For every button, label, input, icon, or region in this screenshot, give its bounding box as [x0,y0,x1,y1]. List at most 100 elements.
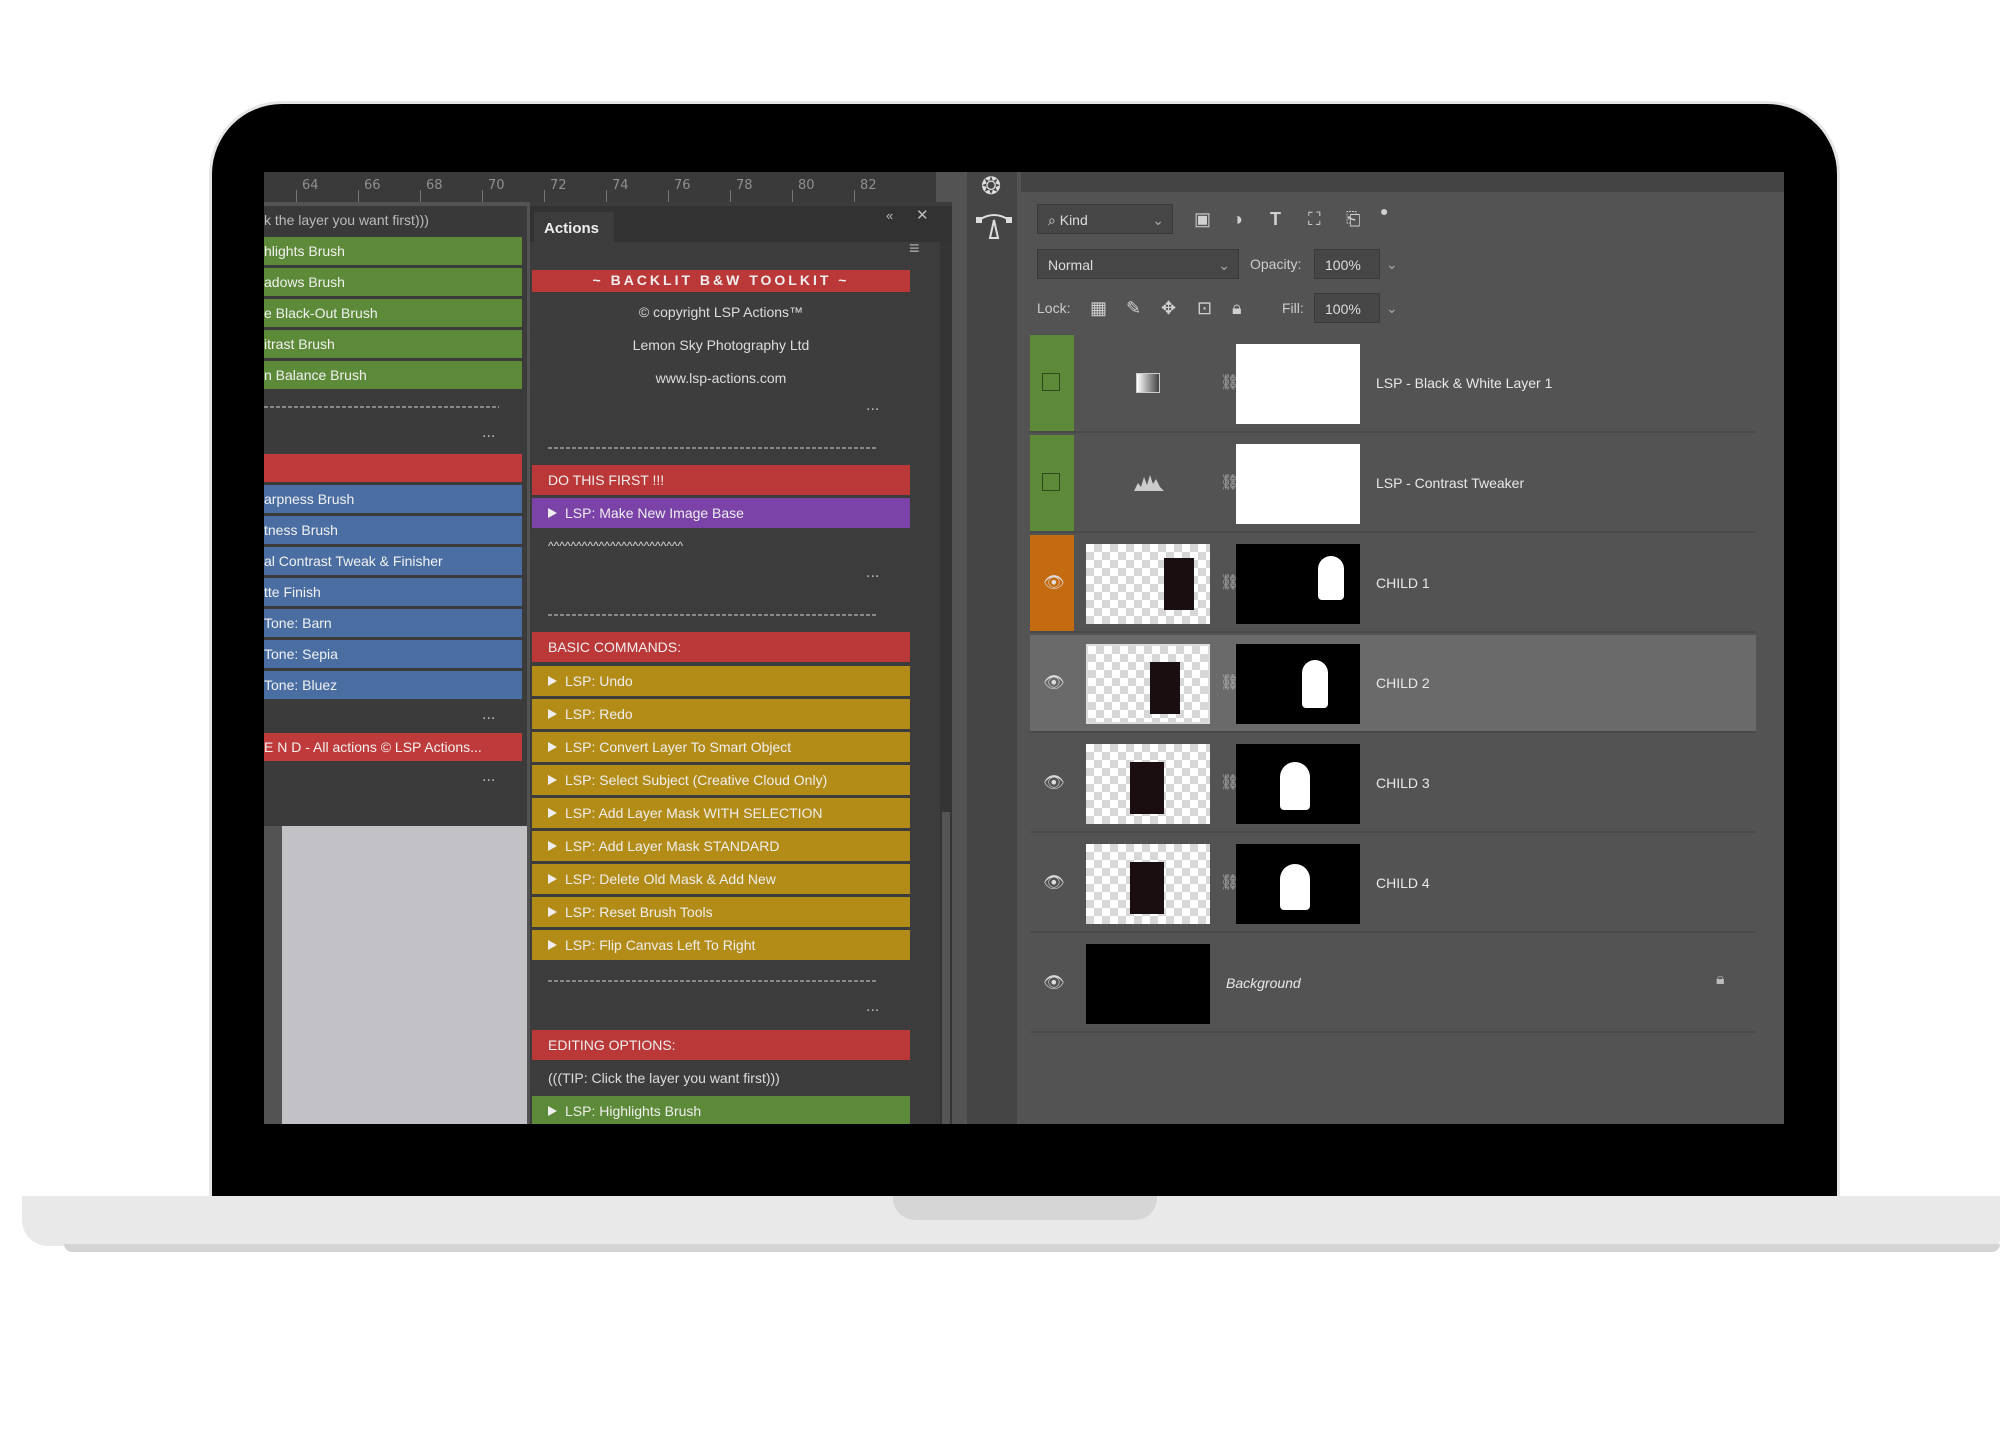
tab-actions[interactable]: Actions [534,212,614,246]
ruler-label: 74 [612,178,629,193]
filter-toggle-icon[interactable]: ● [1380,196,1388,226]
filter-adjustment-icon[interactable]: ◑ [1232,204,1243,234]
play-icon [548,709,557,719]
lock-all-icon[interactable]: 🔒︎ [1232,293,1242,323]
action-flip-canvas[interactable]: LSP: Flip Canvas Left To Right [532,930,910,960]
action-add-mask-standard[interactable]: LSP: Add Layer Mask STANDARD [532,831,910,861]
section-do-this-first[interactable]: DO THIS FIRST !!! [532,465,910,495]
lock-brush-icon[interactable]: ✎ [1126,293,1141,323]
filter-shape-icon[interactable]: ⛶ [1308,204,1321,234]
action-redo[interactable]: LSP: Redo [532,699,910,729]
layer-filter-kind[interactable]: ⌕ Kind ⌄ [1037,204,1173,234]
action-undo[interactable]: LSP: Undo [532,666,910,696]
actions-set-header[interactable]: ~ BACKLIT B&W TOOLKIT ~ [532,270,910,292]
visibility-toggle[interactable]: 👁︎ [1030,935,1074,1031]
layer-mask-thumbnail[interactable] [1236,544,1360,624]
left-action-item[interactable]: adows Brush [264,268,522,296]
layer-row[interactable]: ⛓ LSP - Black & White Layer 1 [1030,335,1756,433]
left-action-item[interactable]: Tone: Barn [264,609,522,637]
ruler-label: 82 [860,178,877,193]
copyright-line[interactable]: © copyright LSP Actions™ [532,297,910,327]
pen-path-icon[interactable] [976,212,1012,242]
left-action-item[interactable]: itrast Brush [264,330,522,358]
layer-thumbnail[interactable] [1086,644,1210,724]
section-editing-options[interactable]: EDITING OPTIONS: [532,1030,910,1060]
panel-menu-icon[interactable]: ≡ [909,238,920,259]
more-dots: ... [866,564,880,581]
layer-mask-thumbnail[interactable] [1236,444,1360,524]
layer-mask-thumbnail[interactable] [1236,644,1360,724]
left-action-item[interactable]: Tone: Bluez [264,671,522,699]
visibility-toggle[interactable]: 👁︎ [1030,835,1074,931]
layer-thumbnail[interactable] [1086,744,1210,824]
layer-mask-thumbnail[interactable] [1236,744,1360,824]
left-action-item[interactable]: hlights Brush [264,237,522,265]
action-convert-smart-object[interactable]: LSP: Convert Layer To Smart Object [532,732,910,762]
layer-row[interactable]: 👁︎ ⛓ CHILD 3 [1030,735,1756,833]
chevron-down-icon[interactable]: ⌄ [1386,249,1398,279]
left-action-item[interactable]: k the layer you want first))) [264,206,522,234]
left-action-item[interactable]: tness Brush [264,516,522,544]
layer-thumbnail[interactable] [1086,544,1210,624]
play-icon [548,1106,557,1116]
layer-name: CHILD 3 [1376,775,1430,791]
filter-smart-object-icon[interactable]: ⎗ [1346,204,1360,234]
layer-mask-thumbnail[interactable] [1236,344,1360,424]
tip-line[interactable]: (((TIP: Click the layer you want first))… [532,1063,910,1093]
blend-mode-select[interactable]: Normal ⌄ [1037,249,1239,279]
visibility-toggle[interactable]: 👁︎ [1030,535,1074,631]
layer-row[interactable]: 👁︎ ⛓ CHILD 1 [1030,535,1756,633]
fill-input[interactable]: 100% [1314,293,1380,323]
more-dots: ... [866,998,880,1015]
action-add-mask-selection[interactable]: LSP: Add Layer Mask WITH SELECTION [532,798,910,828]
action-make-new-image-base[interactable]: LSP: Make New Image Base [532,498,910,528]
website-line[interactable]: www.lsp-actions.com [532,363,910,393]
filter-pixel-icon[interactable]: ▣ [1194,204,1211,234]
action-delete-old-mask[interactable]: LSP: Delete Old Mask & Add New [532,864,910,894]
lock-position-icon[interactable]: ✥ [1161,293,1176,323]
company-line[interactable]: Lemon Sky Photography Ltd [532,330,910,360]
layer-mask-thumbnail[interactable] [1236,844,1360,924]
layer-row[interactable]: ⛓ LSP - Contrast Tweaker [1030,435,1756,533]
lock-artboard-icon[interactable]: ⊡ [1197,293,1212,323]
left-action-item[interactable] [264,454,522,482]
action-highlights-brush[interactable]: LSP: Highlights Brush [532,1096,910,1124]
photo-subject [1150,662,1180,714]
left-action-item[interactable]: E N D - All actions © LSP Actions... [264,733,522,761]
visibility-toggle[interactable]: 👁︎ [1030,635,1074,731]
action-reset-brush-tools[interactable]: LSP: Reset Brush Tools [532,897,910,927]
lock-icon[interactable]: 🔒︎ [1716,971,1725,989]
mask-shape [1302,660,1328,708]
visibility-toggle[interactable]: 👁︎ [1030,735,1074,831]
filter-type-icon[interactable]: T [1270,204,1281,234]
action-label: LSP: Delete Old Mask & Add New [565,871,776,887]
laptop-notch [893,1196,1157,1220]
actions-scroll-thumb[interactable] [942,812,950,1124]
left-action-item[interactable]: e Black-Out Brush [264,299,522,327]
action-select-subject[interactable]: LSP: Select Subject (Creative Cloud Only… [532,765,910,795]
layer-row[interactable]: 👁︎ Background 🔒︎ [1030,935,1756,1033]
left-action-item[interactable]: Tone: Sepia [264,640,522,668]
visibility-toggle[interactable] [1030,435,1074,531]
layer-row-selected[interactable]: 👁︎ ⛓ CHILD 2 [1030,635,1756,733]
play-icon [548,742,557,752]
layer-name: LSP - Black & White Layer 1 [1376,375,1553,391]
section-basic-commands[interactable]: BASIC COMMANDS: [532,632,910,662]
left-action-item[interactable]: n Balance Brush [264,361,522,389]
collapse-icon[interactable]: « [886,208,893,223]
left-action-item[interactable]: arpness Brush [264,485,522,513]
layer-thumbnail[interactable] [1086,944,1210,1024]
select-subject-icon[interactable]: ❂ [981,172,1001,201]
chevron-down-icon[interactable]: ⌄ [1386,293,1398,323]
eye-icon: 👁︎ [1043,673,1065,692]
lock-transparent-icon[interactable]: ▦ [1090,293,1107,323]
opacity-input[interactable]: 100% [1314,249,1380,279]
visibility-off-box [1042,373,1060,391]
layer-row[interactable]: 👁︎ ⛓ CHILD 4 [1030,835,1756,933]
left-action-item[interactable]: tte Finish [264,578,522,606]
left-action-item[interactable]: al Contrast Tweak & Finisher [264,547,522,575]
visibility-toggle[interactable] [1030,335,1074,431]
photo-subject [1164,558,1194,610]
close-icon[interactable]: ✕ [916,206,929,224]
layer-thumbnail[interactable] [1086,844,1210,924]
